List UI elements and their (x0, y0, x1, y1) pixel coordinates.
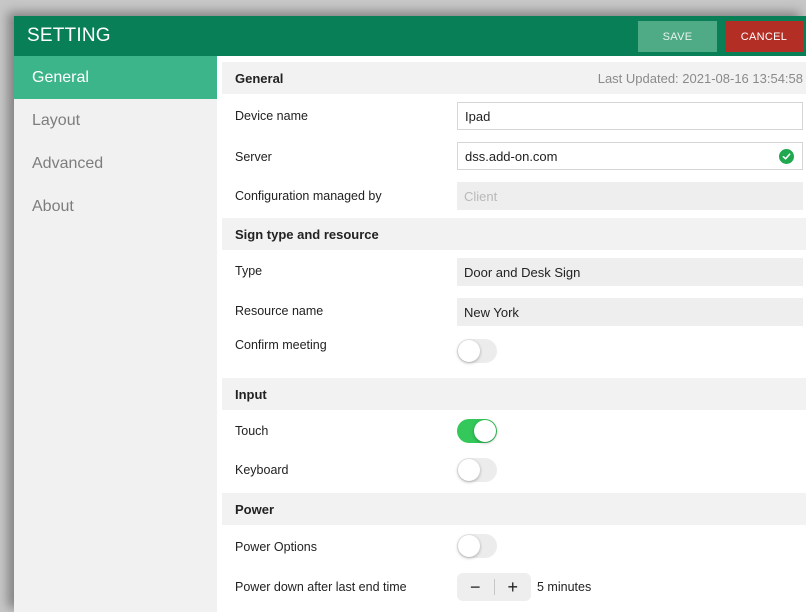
save-button[interactable]: SAVE (638, 21, 717, 52)
configuration-label: Configuration managed by (235, 189, 382, 203)
section-general-title: General (235, 70, 284, 86)
confirm-meeting-label: Confirm meeting (235, 338, 327, 352)
device-name-field[interactable]: Ipad (457, 102, 803, 130)
section-sign-header: Sign type and resource (222, 218, 806, 250)
check-circle-icon (779, 149, 794, 164)
cancel-button[interactable]: CANCEL (725, 21, 803, 52)
section-sign-title: Sign type and resource (235, 226, 379, 242)
increment-button[interactable]: + (494, 573, 531, 601)
toggle-knob (458, 535, 480, 557)
touch-label: Touch (235, 424, 269, 438)
settings-content: General Last Updated: 2021-08-16 13:54:5… (217, 56, 806, 612)
sidebar: General Layout Advanced About (14, 56, 217, 612)
toggle-knob (458, 340, 480, 362)
page-title: SETTING (27, 25, 111, 46)
resource-name-field[interactable]: New York (457, 298, 803, 326)
power-down-value: 5 minutes (537, 580, 592, 594)
sidebar-item-about[interactable]: About (14, 185, 217, 228)
settings-window: SETTING SAVE CANCEL General Layout Advan… (14, 16, 806, 612)
keyboard-toggle[interactable] (457, 458, 497, 482)
type-value: Door and Desk Sign (464, 264, 581, 280)
device-name-label: Device name (235, 109, 308, 123)
type-label: Type (235, 264, 263, 278)
server-label: Server (235, 150, 272, 164)
touch-toggle[interactable] (457, 419, 497, 443)
server-value: dss.add-on.com (465, 148, 558, 164)
configuration-value: Client (464, 188, 498, 204)
toggle-knob (474, 420, 496, 442)
power-options-toggle[interactable] (457, 534, 497, 558)
device-name-value: Ipad (465, 108, 491, 124)
confirm-meeting-toggle[interactable] (457, 339, 497, 363)
section-power-title: Power (235, 501, 275, 517)
keyboard-label: Keyboard (235, 463, 289, 477)
section-input-header: Input (222, 378, 806, 410)
decrement-button[interactable]: − (457, 573, 494, 601)
section-general-header: General Last Updated: 2021-08-16 13:54:5… (222, 62, 806, 94)
sidebar-item-advanced[interactable]: Advanced (14, 142, 217, 185)
top-bar: SETTING SAVE CANCEL (14, 16, 806, 56)
server-field[interactable]: dss.add-on.com (457, 142, 803, 170)
sidebar-item-general[interactable]: General (14, 56, 217, 99)
power-options-label: Power Options (235, 540, 317, 554)
section-power-header: Power (222, 493, 806, 525)
configuration-field: Client (457, 182, 803, 210)
last-updated-text: Last Updated: 2021-08-16 13:54:58 (597, 70, 803, 86)
resource-name-value: New York (464, 304, 519, 320)
power-down-label: Power down after last end time (235, 580, 407, 594)
section-input-title: Input (235, 386, 267, 402)
type-select[interactable]: Door and Desk Sign (457, 258, 803, 286)
resource-name-label: Resource name (235, 304, 324, 318)
toggle-knob (458, 459, 480, 481)
power-down-stepper: − + (457, 573, 531, 601)
sidebar-item-layout[interactable]: Layout (14, 99, 217, 142)
